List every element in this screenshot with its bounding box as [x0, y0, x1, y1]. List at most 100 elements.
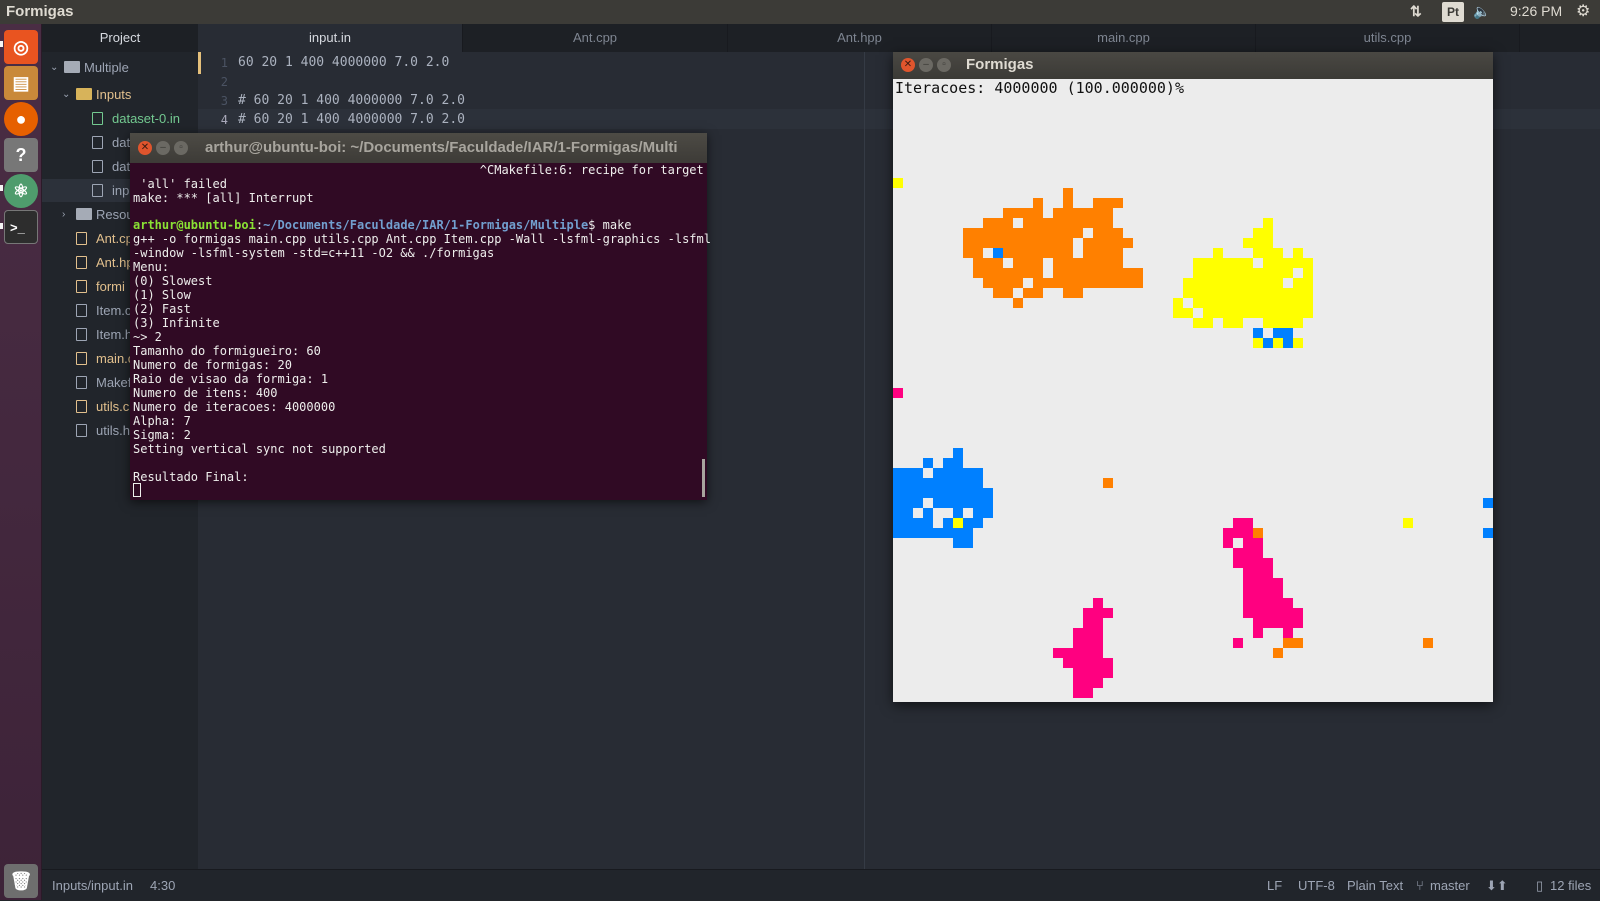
ubuntu-dash-icon[interactable]: ◎: [4, 30, 38, 64]
item-orange: [1113, 238, 1123, 248]
tree-label: Ant.hp: [96, 255, 134, 270]
encoding[interactable]: UTF-8: [1298, 870, 1335, 901]
item-blue: [933, 488, 943, 498]
line-ending[interactable]: LF: [1267, 870, 1282, 901]
item-orange: [1003, 288, 1013, 298]
item-yellow: [1213, 308, 1223, 318]
item-yellow: [1273, 258, 1283, 268]
item-orange: [983, 268, 993, 278]
item-yellow: [1293, 338, 1303, 348]
item-blue: [953, 498, 963, 508]
item-yellow: [1173, 308, 1183, 318]
item-orange: [1013, 238, 1023, 248]
tab-main-cpp[interactable]: main.cpp: [992, 24, 1256, 52]
terminal-line: Alpha: 7: [133, 414, 191, 428]
tab-input-in[interactable]: input.in: [198, 24, 463, 52]
terminal-scrollbar[interactable]: [702, 459, 705, 497]
item-orange: [1063, 218, 1073, 228]
formigas-window[interactable]: ✕ – ▫ Formigas Iteracoes: 4000000 (100.0…: [893, 52, 1493, 702]
item-pink: [1253, 598, 1263, 608]
tab-utils-cpp[interactable]: utils.cpp: [1256, 24, 1520, 52]
project-header[interactable]: Project: [42, 24, 198, 52]
item-orange: [1113, 198, 1123, 208]
item-blue: [1483, 528, 1493, 538]
status-bar: Inputs/input.in 4:30 LF UTF-8 Plain Text…: [42, 869, 1600, 900]
item-orange: [1083, 258, 1093, 268]
item-orange: [1113, 248, 1123, 258]
item-orange: [973, 268, 983, 278]
tree-label: Item.c: [96, 303, 132, 318]
item-orange: [1293, 638, 1303, 648]
item-yellow: [1203, 318, 1213, 328]
prompt-command: $ make: [588, 218, 632, 232]
item-pink: [1083, 678, 1093, 688]
terminal-window[interactable]: ✕ – ▫ arthur@ubuntu-boi: ~/Documents/Fac…: [130, 133, 711, 500]
gear-icon[interactable]: ⚙: [1576, 1, 1590, 20]
help-icon[interactable]: ?: [4, 138, 38, 172]
tree-folder-inputs[interactable]: ⌄ Inputs: [42, 83, 198, 106]
close-icon[interactable]: ✕: [901, 58, 915, 72]
item-blue: [943, 518, 953, 528]
terminal-titlebar[interactable]: ✕ – ▫ arthur@ubuntu-boi: ~/Documents/Fac…: [130, 133, 707, 163]
code-line[interactable]: 60 20 1 400 4000000 7.0 2.0: [238, 55, 449, 70]
item-yellow: [1193, 288, 1203, 298]
formigas-titlebar[interactable]: ✕ – ▫ Formigas: [893, 52, 1493, 79]
maximize-icon[interactable]: ▫: [174, 141, 188, 155]
firefox-icon[interactable]: ●: [4, 102, 38, 136]
item-orange: [1073, 278, 1083, 288]
item-orange: [993, 278, 1003, 288]
file-icon: [76, 400, 87, 413]
item-orange: [1003, 278, 1013, 288]
item-pink: [1083, 608, 1093, 618]
running-indicator: [0, 185, 3, 191]
tab-ant-cpp[interactable]: Ant.cpp: [463, 24, 728, 52]
item-yellow: [1253, 238, 1263, 248]
item-yellow: [1193, 268, 1203, 278]
tree-label: inp: [112, 183, 130, 198]
files-count[interactable]: 12 files: [1550, 870, 1591, 901]
code-line[interactable]: # 60 20 1 400 4000000 7.0 2.0: [238, 93, 465, 108]
item-pink: [1283, 618, 1293, 628]
file-path[interactable]: Inputs/input.in: [52, 870, 133, 901]
maximize-icon[interactable]: ▫: [937, 58, 951, 72]
close-icon[interactable]: ✕: [138, 141, 152, 155]
tree-root[interactable]: ⌄ Multiple: [42, 56, 198, 79]
item-yellow: [953, 518, 963, 528]
item-orange: [1103, 268, 1113, 278]
item-yellow: [1303, 278, 1313, 288]
grammar[interactable]: Plain Text: [1347, 870, 1403, 901]
keyboard-layout-indicator[interactable]: Pt: [1442, 2, 1464, 22]
item-yellow: [1273, 288, 1283, 298]
item-blue: [963, 538, 973, 548]
item-orange: [1053, 228, 1063, 238]
running-indicator: [0, 223, 3, 229]
tree-file[interactable]: dataset-0.in: [42, 107, 198, 130]
item-blue: [903, 508, 913, 518]
atom-icon[interactable]: ⚛: [4, 174, 38, 208]
item-orange: [983, 238, 993, 248]
item-blue: [943, 498, 953, 508]
item-yellow: [1233, 298, 1243, 308]
files-icon[interactable]: ▤: [4, 66, 38, 100]
network-arrows-icon[interactable]: ⇅: [1410, 3, 1422, 21]
git-branch[interactable]: master: [1430, 870, 1470, 901]
minimize-icon[interactable]: –: [156, 141, 170, 155]
terminal-body[interactable]: ^CMakefile:6: recipe for target 'all' fa…: [130, 163, 711, 500]
item-orange: [1053, 248, 1063, 258]
cursor-position[interactable]: 4:30: [150, 870, 175, 901]
tab-ant-hpp[interactable]: Ant.hpp: [728, 24, 992, 52]
item-blue: [953, 458, 963, 468]
ant-simulation-grid: [893, 178, 1493, 698]
fetch-icon[interactable]: ⬇⬆: [1486, 870, 1508, 901]
trash-icon[interactable]: 🗑: [4, 864, 38, 898]
clock[interactable]: 9:26 PM: [1510, 3, 1562, 21]
item-blue: [963, 498, 973, 508]
code-line[interactable]: # 60 20 1 400 4000000 7.0 2.0: [238, 112, 465, 127]
terminal-icon[interactable]: >_: [4, 210, 38, 244]
item-orange: [1103, 208, 1113, 218]
muted-speaker-icon[interactable]: 🔈: [1473, 3, 1490, 21]
tree-label: Makef: [96, 375, 132, 390]
item-pink: [1243, 588, 1253, 598]
minimize-icon[interactable]: –: [919, 58, 933, 72]
item-pink: [1083, 658, 1093, 668]
